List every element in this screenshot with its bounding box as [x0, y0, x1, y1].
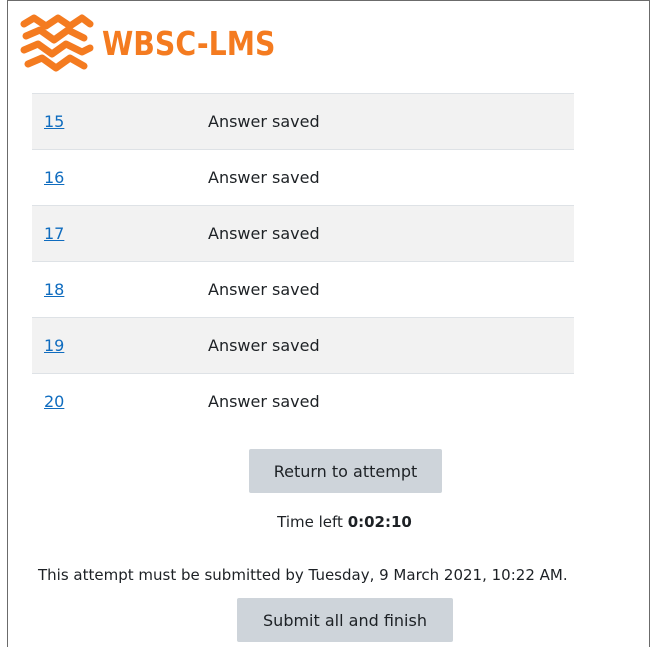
question-number-cell: 16: [32, 149, 208, 206]
question-status: Answer saved: [208, 149, 574, 206]
attempt-summary-table: 15 Answer saved 16 Answer saved 17 Answe…: [32, 93, 574, 429]
question-link[interactable]: 16: [44, 168, 64, 187]
question-status: Answer saved: [208, 205, 574, 262]
site-logo[interactable]: WBSC-LMS: [18, 13, 304, 73]
table-row: 19 Answer saved: [32, 317, 574, 374]
submit-all-button[interactable]: Submit all and finish: [237, 598, 453, 642]
question-link[interactable]: 19: [44, 336, 64, 355]
question-status: Answer saved: [208, 317, 574, 374]
time-left-value: 0:02:10: [347, 513, 412, 531]
question-number-cell: 20: [32, 373, 208, 429]
time-left: Time left 0:02:10: [8, 513, 652, 531]
return-to-attempt-button[interactable]: Return to attempt: [249, 449, 442, 493]
time-left-label: Time left: [277, 513, 343, 531]
question-status: Answer saved: [208, 261, 574, 318]
question-number-cell: 19: [32, 317, 208, 374]
question-link[interactable]: 20: [44, 392, 64, 411]
wbsc-knot-logo-icon: [20, 14, 94, 72]
question-status: Answer saved: [208, 373, 574, 429]
question-link[interactable]: 18: [44, 280, 64, 299]
table-row: 17 Answer saved: [32, 205, 574, 262]
table-row: 15 Answer saved: [32, 93, 574, 150]
question-number-cell: 18: [32, 261, 208, 318]
site-name: WBSC-LMS: [102, 23, 276, 63]
table-row: 20 Answer saved: [32, 373, 574, 429]
question-number-cell: 17: [32, 205, 208, 262]
quiz-summary-page: WBSC-LMS 15 Answer saved 16 Answer saved…: [7, 0, 650, 647]
question-link[interactable]: 15: [44, 112, 64, 131]
submission-deadline-notice: This attempt must be submitted by Tuesda…: [38, 566, 568, 584]
question-link[interactable]: 17: [44, 224, 64, 243]
question-number-cell: 15: [32, 93, 208, 150]
table-row: 18 Answer saved: [32, 261, 574, 318]
question-status: Answer saved: [208, 93, 574, 150]
table-row: 16 Answer saved: [32, 149, 574, 206]
